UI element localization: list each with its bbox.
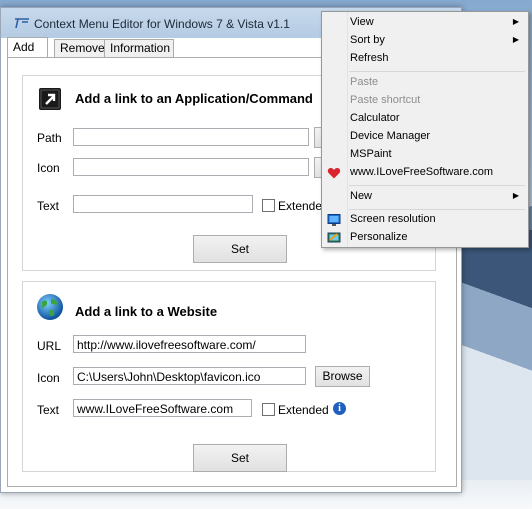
menu-item-refresh[interactable]: Refresh	[322, 50, 528, 68]
submenu-arrow-icon: ▶	[512, 35, 519, 44]
app-icon-label: Icon	[37, 161, 60, 175]
menu-item-label: View	[350, 16, 374, 28]
web-icon-input[interactable]: C:\Users\John\Desktop\favicon.ico	[73, 367, 306, 385]
menu-separator	[349, 209, 525, 210]
menu-item-label: New	[350, 190, 373, 202]
tab-add[interactable]: Add	[7, 37, 48, 58]
globe-icon	[37, 294, 63, 320]
browse-button[interactable]: Browse	[315, 366, 370, 387]
menu-item-sort-by[interactable]: Sort by ▶	[322, 32, 528, 50]
menu-item-paste[interactable]: Paste	[322, 74, 528, 92]
url-input[interactable]: http://www.ilovefreesoftware.com/	[73, 335, 306, 353]
menu-item-label: Personalize	[350, 231, 408, 243]
menu-item-label: Paste shortcut	[350, 94, 421, 106]
menu-separator	[349, 71, 525, 72]
app-icon-input[interactable]	[73, 158, 309, 176]
submenu-arrow-icon: ▶	[512, 191, 519, 200]
app-icon	[15, 18, 29, 29]
personalize-icon	[327, 232, 341, 243]
web-extended-checkbox[interactable]	[262, 403, 275, 416]
app-extended-checkbox[interactable]	[262, 199, 275, 212]
web-extended-label: Extended	[278, 403, 329, 417]
menu-separator	[349, 185, 525, 186]
menu-item-calculator[interactable]: Calculator	[322, 110, 528, 128]
menu-item-label: Paste	[350, 76, 379, 88]
menu-item-mspaint[interactable]: MSPaint	[322, 146, 528, 164]
menu-item-ilovefreesoftware[interactable]: www.ILoveFreeSoftware.com	[322, 164, 528, 182]
menu-item-label: MSPaint	[350, 148, 392, 160]
menu-item-label: Sort by	[350, 34, 385, 46]
app-set-button[interactable]: Set	[193, 235, 287, 263]
path-label: Path	[37, 131, 62, 145]
menu-item-label: Calculator	[350, 112, 400, 124]
menu-item-label: www.ILoveFreeSoftware.com	[350, 166, 494, 178]
menu-item-label: Device Manager	[350, 130, 431, 142]
desktop-context-menu: View ▶ Sort by ▶ Refresh Paste Paste sho…	[321, 11, 529, 248]
monitor-icon	[327, 214, 341, 226]
submenu-arrow-icon: ▶	[512, 17, 519, 26]
menu-item-view[interactable]: View ▶	[322, 14, 528, 32]
menu-item-screen-resolution[interactable]: Screen resolution	[322, 211, 528, 229]
window-title: Context Menu Editor for Windows 7 & Vist…	[34, 17, 290, 31]
app-text-label: Text	[37, 199, 60, 213]
tab-information[interactable]: Information	[104, 39, 174, 57]
path-input[interactable]	[73, 128, 309, 146]
menu-item-device-manager[interactable]: Device Manager	[322, 128, 528, 146]
website-link-group: Add a link to a Website URL http://www.i…	[22, 281, 436, 472]
tab-remove[interactable]: Remove	[54, 39, 106, 57]
shortcut-arrow-icon	[39, 88, 61, 110]
menu-item-personalize[interactable]: Personalize	[322, 229, 528, 247]
menu-item-new[interactable]: New ▶	[322, 188, 528, 206]
menu-item-paste-shortcut[interactable]: Paste shortcut	[322, 92, 528, 110]
web-section-title: Add a link to a Website	[75, 304, 218, 319]
info-icon[interactable]: i	[333, 402, 346, 415]
menu-item-label: Refresh	[350, 52, 389, 64]
app-text-input[interactable]	[73, 195, 253, 213]
heart-icon	[327, 168, 341, 179]
web-text-label: Text	[37, 403, 60, 417]
web-set-button[interactable]: Set	[193, 444, 287, 472]
url-label: URL	[37, 339, 62, 353]
app-section-title: Add a link to an Application/Command	[75, 91, 313, 106]
menu-item-label: Screen resolution	[350, 213, 436, 225]
web-icon-label: Icon	[37, 371, 60, 385]
web-text-input[interactable]: www.ILoveFreeSoftware.com	[73, 399, 252, 417]
